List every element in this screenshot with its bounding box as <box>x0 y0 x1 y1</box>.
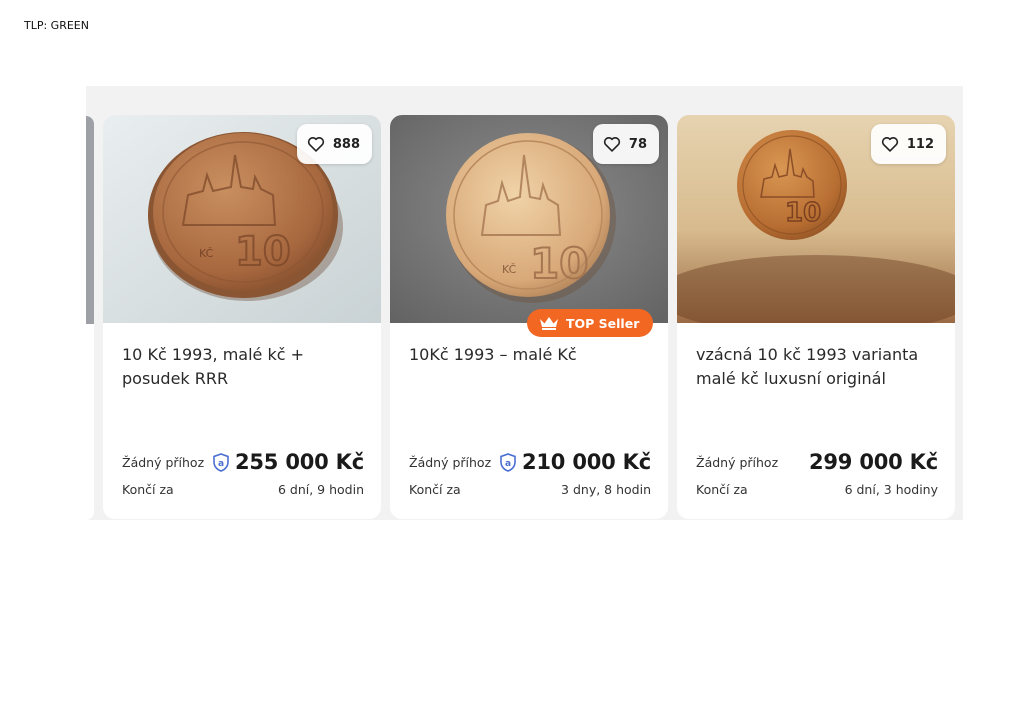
listing-price: 210 000 Kč <box>521 450 651 474</box>
listing-price: 299 000 Kč <box>808 450 938 474</box>
favorite-count: 888 <box>332 136 360 152</box>
listing-title[interactable]: vzácná 10 kč 1993 varianta malé kč luxus… <box>696 343 941 391</box>
ends-label: Končí za <box>409 482 461 497</box>
heart-icon <box>881 137 898 152</box>
verified-shield-icon: a <box>213 452 229 472</box>
listing-card[interactable]: 10 KČ 888 10 Kč 1993, malé kč + posudek … <box>103 115 381 519</box>
top-seller-badge: TOP Seller <box>527 309 654 337</box>
time-remaining: 3 dny, 8 hodin <box>561 482 651 497</box>
favorite-count: 112 <box>906 136 934 152</box>
svg-text:10: 10 <box>235 229 291 275</box>
svg-text:10: 10 <box>530 239 588 288</box>
crown-icon <box>540 317 558 330</box>
tlp-label: TLP: GREEN <box>24 19 89 32</box>
svg-text:KČ: KČ <box>199 247 214 260</box>
badge-label: TOP Seller <box>566 315 640 331</box>
heart-icon <box>307 137 324 152</box>
favorite-button[interactable]: 112 <box>870 124 946 164</box>
bid-status: Žádný příhoz <box>696 454 779 470</box>
previous-card-edge[interactable] <box>86 116 94 520</box>
favorite-button[interactable]: 78 <box>592 124 659 164</box>
listing-card[interactable]: 10 KČ 78 TOP Seller 10Kč 1993 – malé Kč … <box>390 115 668 519</box>
listing-carousel: 10 KČ 888 10 Kč 1993, malé kč + posudek … <box>86 86 963 520</box>
ends-label: Končí za <box>696 482 748 497</box>
verified-shield-icon: a <box>500 452 516 472</box>
favorite-count: 78 <box>628 136 647 152</box>
svg-text:KČ: KČ <box>502 263 517 276</box>
svg-text:10: 10 <box>785 198 821 228</box>
time-remaining: 6 dní, 3 hodiny <box>844 482 938 497</box>
favorite-button[interactable]: 888 <box>296 124 372 164</box>
svg-text:a: a <box>218 459 224 469</box>
heart-icon <box>603 137 621 152</box>
ends-label: Končí za <box>122 482 174 497</box>
listing-title[interactable]: 10Kč 1993 – malé Kč <box>409 343 654 367</box>
time-remaining: 6 dní, 9 hodin <box>277 482 364 497</box>
bid-status: Žádný příhoz <box>409 454 492 470</box>
svg-text:a: a <box>505 459 511 469</box>
listing-card[interactable]: 10 112 vzácná 10 kč 1993 varianta malé k… <box>677 115 955 519</box>
listing-price: 255 000 Kč <box>234 450 364 474</box>
bid-status: Žádný příhoz <box>122 454 205 470</box>
listing-title[interactable]: 10 Kč 1993, malé kč + posudek RRR <box>122 343 367 391</box>
